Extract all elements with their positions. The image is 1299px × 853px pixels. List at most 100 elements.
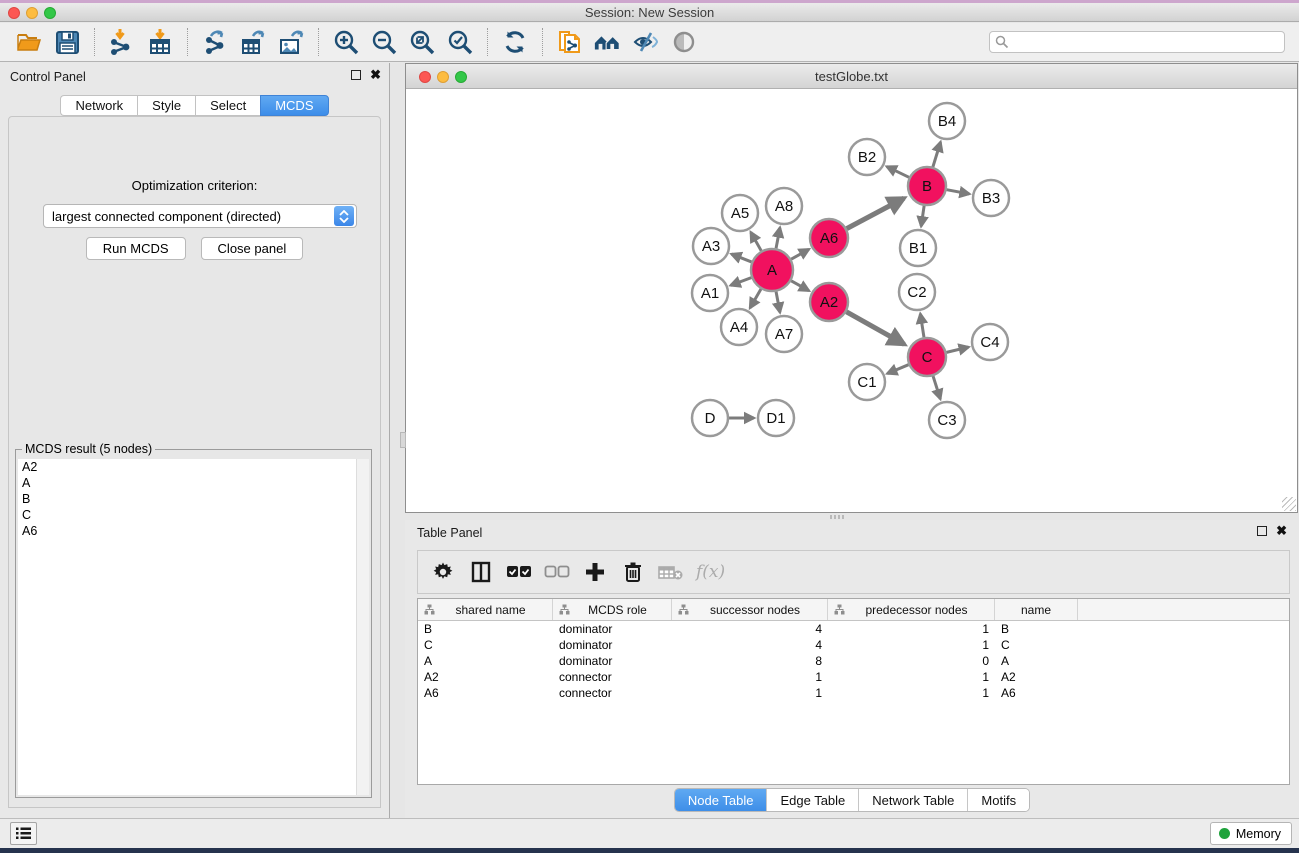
control-panel-tabs: Network Style Select MCDS — [0, 95, 389, 116]
delete-icon[interactable] — [616, 555, 650, 589]
memory-status-icon — [1219, 828, 1230, 839]
table-toolbar: f(x) — [417, 550, 1290, 594]
tab-node-table[interactable]: Node Table — [675, 789, 768, 811]
save-session-icon[interactable] — [52, 27, 82, 57]
graph-edge-A6-B[interactable] — [847, 198, 904, 228]
horizontal-divider-handle[interactable] — [830, 515, 846, 519]
graph-edge-B-B3[interactable] — [947, 190, 970, 194]
eye-icon[interactable] — [669, 27, 699, 57]
zoom-selected-icon[interactable] — [445, 27, 475, 57]
criterion-dropdown[interactable]: largest connected component (directed) — [43, 204, 357, 228]
add-icon[interactable] — [578, 555, 612, 589]
mcds-result-item[interactable]: C — [18, 507, 369, 523]
graph-edge-C-C2[interactable] — [920, 314, 924, 337]
tab-edge-table[interactable]: Edge Table — [767, 789, 859, 811]
deselect-all-icon[interactable] — [540, 555, 574, 589]
window-titlebar[interactable]: Session: New Session — [0, 3, 1299, 22]
graph-edge-B-B1[interactable] — [921, 206, 924, 226]
gear-icon[interactable] — [426, 555, 460, 589]
table-row[interactable]: A6 connector 1 1 A6 — [418, 685, 1289, 701]
graph-node-label-C1: C1 — [857, 374, 876, 391]
search-input[interactable] — [989, 31, 1285, 53]
tab-select[interactable]: Select — [195, 95, 260, 116]
task-history-button[interactable] — [10, 822, 37, 845]
import-table-icon[interactable] — [145, 27, 175, 57]
close-table-panel-icon[interactable]: ✖ — [1276, 526, 1287, 536]
split-pane-handle[interactable] — [400, 432, 406, 448]
column-selector-icon[interactable] — [464, 555, 498, 589]
control-panel-title: Control Panel — [10, 70, 86, 84]
graph-node-label-A: A — [767, 262, 777, 279]
graph-edge-A-A2[interactable] — [791, 281, 809, 291]
mcds-result-item[interactable]: A — [18, 475, 369, 491]
tab-mcds[interactable]: MCDS — [260, 95, 328, 116]
graph-edge-A2-C[interactable] — [846, 312, 904, 344]
hide-eye-icon[interactable] — [631, 27, 661, 57]
tree-column-icon — [424, 604, 435, 615]
graph-edge-C-C4[interactable] — [946, 347, 968, 352]
column-header-successor-nodes[interactable]: successor nodes — [672, 599, 828, 620]
column-header-mcds-role[interactable]: MCDS role — [553, 599, 672, 620]
graph-edge-C-C3[interactable] — [933, 376, 940, 399]
select-all-icon[interactable] — [502, 555, 536, 589]
table-row[interactable]: A dominator 8 0 A — [418, 653, 1289, 669]
table-row[interactable]: B dominator 4 1 B — [418, 621, 1289, 637]
clone-network-icon[interactable] — [555, 27, 585, 57]
column-header-shared-name[interactable]: shared name — [418, 599, 553, 620]
desktop-background-bottom — [0, 848, 1299, 853]
refresh-icon[interactable] — [500, 27, 530, 57]
close-panel-button[interactable]: Close panel — [201, 237, 304, 260]
graph-edge-C-C1[interactable] — [887, 365, 908, 374]
mcds-result-title: MCDS result (5 nodes) — [22, 442, 155, 456]
main-toolbar — [0, 23, 1299, 62]
network-canvas[interactable]: AA1A2A3A4A5A6A7A8BB1B2B3B4CC1C2C3C4DD1 — [406, 89, 1297, 512]
graph-edge-A-A4[interactable] — [750, 289, 761, 308]
tab-network[interactable]: Network — [60, 95, 137, 116]
column-header-empty — [1078, 599, 1289, 620]
graph-edge-A-A7[interactable] — [776, 292, 780, 313]
run-mcds-button[interactable]: Run MCDS — [86, 237, 186, 260]
graph-edge-A-A6[interactable] — [791, 249, 809, 259]
graph-edge-B-B2[interactable] — [887, 167, 909, 178]
mcds-result-item[interactable]: A6 — [18, 523, 369, 539]
close-panel-icon[interactable]: ✖ — [370, 70, 381, 80]
float-table-panel-icon[interactable] — [1257, 526, 1267, 536]
graph-node-label-A2: A2 — [820, 294, 838, 311]
open-session-icon[interactable] — [14, 27, 44, 57]
toolbar-separator — [487, 28, 488, 56]
mcds-result-list[interactable]: A2 A B C A6 — [18, 459, 369, 795]
export-image-icon[interactable] — [276, 27, 306, 57]
column-header-predecessor-nodes[interactable]: predecessor nodes — [828, 599, 995, 620]
mcds-result-item[interactable]: B — [18, 491, 369, 507]
export-table-icon[interactable] — [238, 27, 268, 57]
graph-edge-A-A3[interactable] — [731, 254, 751, 262]
import-network-icon[interactable] — [107, 27, 137, 57]
mcds-result-item[interactable]: A2 — [18, 459, 369, 475]
memory-button[interactable]: Memory — [1210, 822, 1292, 845]
zoom-fit-icon[interactable] — [407, 27, 437, 57]
column-header-name[interactable]: name — [995, 599, 1078, 620]
network-window-titlebar[interactable]: testGlobe.txt — [406, 64, 1297, 89]
houses-icon[interactable] — [593, 27, 623, 57]
tab-motifs[interactable]: Motifs — [968, 789, 1029, 811]
window-resize-grip[interactable] — [1282, 497, 1296, 511]
network-graph[interactable]: AA1A2A3A4A5A6A7A8BB1B2B3B4CC1C2C3C4DD1 — [406, 89, 1297, 512]
table-row[interactable]: A2 connector 1 1 A2 — [418, 669, 1289, 685]
network-view-window[interactable]: testGlobe.txt AA1A2A3A4A5A6A7A8BB1B2B3B4… — [405, 63, 1298, 513]
node-table[interactable]: shared name MCDS role successor nodes — [417, 598, 1290, 785]
tab-style[interactable]: Style — [137, 95, 195, 116]
graph-edge-A-A1[interactable] — [731, 278, 752, 286]
graph-edge-A-A8[interactable] — [776, 228, 780, 249]
tree-column-icon — [559, 604, 570, 615]
zoom-out-icon[interactable] — [369, 27, 399, 57]
tab-network-table[interactable]: Network Table — [859, 789, 968, 811]
graph-node-label-A7: A7 — [775, 326, 793, 343]
graph-edge-B-B4[interactable] — [933, 142, 941, 167]
mcds-list-scrollbar[interactable] — [356, 459, 369, 795]
float-panel-icon[interactable] — [351, 70, 361, 80]
graph-edge-A-A5[interactable] — [751, 232, 761, 251]
table-row[interactable]: C dominator 4 1 C — [418, 637, 1289, 653]
export-network-icon[interactable] — [200, 27, 230, 57]
zoom-in-icon[interactable] — [331, 27, 361, 57]
graph-node-label-D1: D1 — [766, 410, 785, 427]
